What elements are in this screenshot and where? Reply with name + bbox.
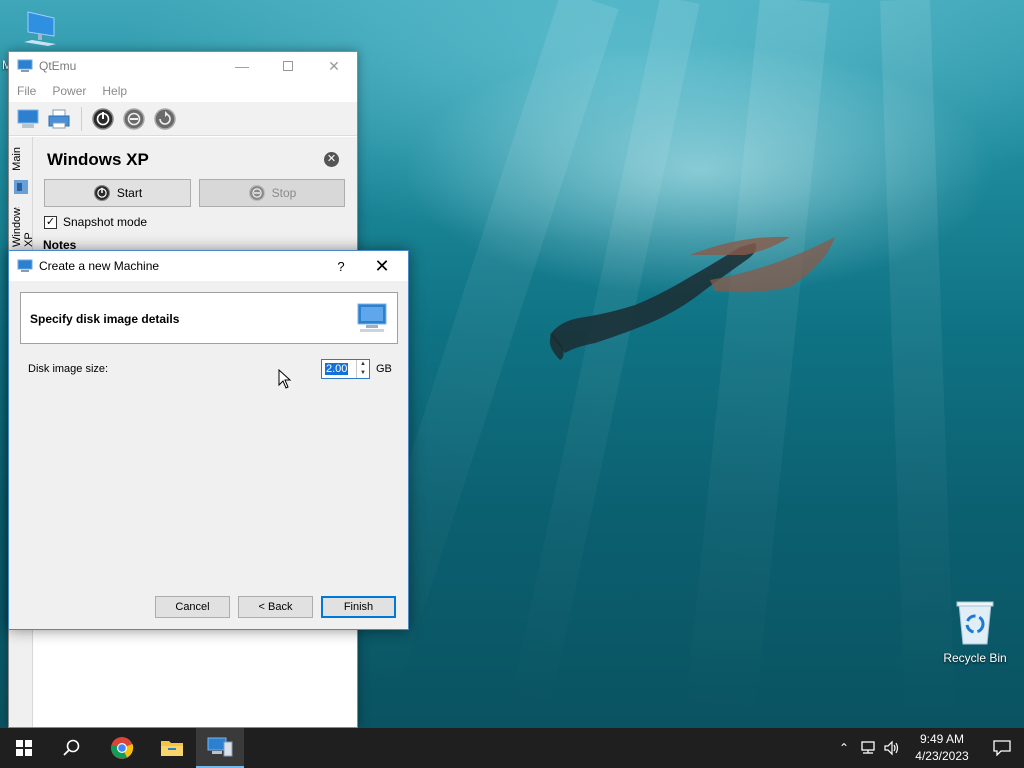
recycle-bin[interactable]: Recycle Bin — [938, 600, 1012, 672]
recycle-bin-icon — [956, 601, 994, 645]
printer-button[interactable] — [44, 105, 74, 133]
cancel-label: Cancel — [175, 601, 210, 613]
monitor-icon — [24, 11, 56, 46]
help-icon: ? — [337, 258, 345, 274]
menu-file[interactable]: File — [17, 84, 36, 98]
network-button[interactable] — [856, 740, 880, 756]
start-button[interactable]: Start — [44, 179, 191, 207]
minimize-button[interactable]: — — [219, 52, 265, 80]
chrome-button[interactable] — [98, 728, 146, 768]
disk-size-input[interactable]: 2.00 — [322, 360, 356, 378]
power-reset-icon — [154, 107, 176, 130]
power-stop-icon — [248, 184, 265, 202]
spin-down-icon[interactable]: ▼ — [357, 369, 369, 378]
new-machine-icon — [17, 109, 39, 128]
chevron-up-icon: ⌃ — [838, 741, 850, 755]
recycle-bin-label: Recycle Bin — [943, 651, 1007, 665]
close-icon: ✕ — [374, 255, 390, 276]
checkbox-checked-icon[interactable]: ✓ — [44, 215, 57, 229]
power-start-icon — [92, 107, 114, 130]
back-button[interactable]: < Back — [238, 596, 313, 618]
finish-label: Finish — [343, 601, 374, 613]
computer-icon — [357, 303, 387, 332]
volume-icon — [884, 740, 899, 756]
maximize-icon — [283, 61, 293, 71]
windows-xp-tab-icon — [14, 180, 28, 194]
create-machine-dialog: Create a new Machine ? ✕ Specify disk im… — [8, 250, 409, 630]
qtemu-app-icon — [17, 59, 33, 72]
show-hidden-icons-button[interactable]: ⌃ — [832, 741, 856, 755]
power-start-button[interactable] — [88, 105, 118, 133]
qtemu-icon — [207, 737, 233, 757]
qtemu-app-icon — [17, 259, 33, 272]
stop-label: Stop — [271, 186, 297, 200]
power-start-icon — [93, 184, 110, 202]
disk-size-spinbox[interactable]: 2.00 ▲ ▼ — [321, 359, 370, 379]
qtemu-taskbar-button[interactable] — [196, 728, 244, 768]
notification-icon — [993, 740, 1011, 756]
spin-arrows: ▲ ▼ — [356, 360, 369, 378]
taskbar: ⌃ 9:49 AM 4/23/2023 — [0, 728, 1024, 768]
wizard-header: Specify disk image details — [20, 292, 398, 344]
power-stop-button[interactable] — [119, 105, 149, 133]
dialog-title: Create a new Machine — [39, 259, 160, 273]
toolbar — [9, 102, 357, 136]
qtemu-titlebar[interactable]: QtEmu — ✕ — [9, 52, 357, 80]
start-icon — [16, 740, 32, 756]
qtemu-title: QtEmu — [39, 59, 77, 73]
notifications-button[interactable] — [980, 740, 1024, 756]
search-icon — [63, 739, 80, 756]
notes-textarea[interactable] — [33, 622, 357, 727]
menu-power[interactable]: Power — [52, 84, 86, 98]
dialog-titlebar[interactable]: Create a new Machine ? ✕ — [9, 251, 408, 281]
file-explorer-button[interactable] — [148, 728, 196, 768]
machine-title: Windows XP — [47, 150, 149, 169]
mouse-cursor-icon — [278, 369, 292, 389]
disk-size-unit: GB — [376, 363, 392, 375]
start-button-taskbar[interactable] — [0, 728, 48, 768]
start-label: Start — [116, 186, 143, 200]
qtemu-close-button[interactable]: ✕ — [311, 52, 357, 80]
cancel-button[interactable]: Cancel — [155, 596, 230, 618]
disk-size-value: 2.00 — [325, 363, 349, 375]
power-reset-button[interactable] — [150, 105, 180, 133]
network-icon — [861, 741, 875, 754]
stop-button[interactable]: Stop — [199, 179, 345, 207]
printer-icon — [48, 109, 70, 128]
system-tray: ⌃ 9:49 AM 4/23/2023 — [832, 728, 1024, 768]
wizard-heading: Specify disk image details — [30, 312, 180, 326]
finish-button[interactable]: Finish — [321, 596, 396, 618]
volume-button[interactable] — [880, 740, 904, 756]
minimize-icon: — — [235, 58, 249, 74]
spin-up-icon[interactable]: ▲ — [357, 360, 369, 369]
search-button[interactable] — [48, 728, 96, 768]
menu-bar: File Power Help — [9, 80, 357, 102]
snapshot-label: Snapshot mode — [63, 215, 148, 229]
snapshot-mode-checkbox[interactable]: ✓ Snapshot mode — [44, 215, 147, 229]
dialog-close-button[interactable]: ✕ — [362, 251, 402, 281]
file-explorer-icon — [161, 741, 183, 756]
clock-time: 9:49 AM — [919, 732, 965, 746]
back-label: < Back — [258, 601, 293, 613]
clock[interactable]: 9:49 AM 4/23/2023 — [904, 731, 980, 765]
diver-image — [549, 236, 835, 360]
close-icon: ✕ — [326, 153, 337, 165]
close-icon: ✕ — [328, 57, 340, 74]
clock-date: 4/23/2023 — [915, 749, 969, 763]
tab-main[interactable]: Main — [11, 147, 23, 171]
power-stop-icon — [123, 107, 145, 130]
tab-windows-xp[interactable]: Windows XP — [11, 207, 35, 247]
toolbar-separator — [81, 106, 82, 131]
close-machine-button[interactable]: ✕ — [324, 152, 339, 167]
new-machine-button[interactable] — [13, 105, 43, 133]
disk-size-label: Disk image size: — [28, 363, 109, 375]
maximize-button[interactable] — [265, 52, 311, 80]
chrome-icon — [111, 737, 134, 759]
help-button[interactable]: ? — [326, 251, 356, 281]
menu-help[interactable]: Help — [102, 84, 127, 98]
